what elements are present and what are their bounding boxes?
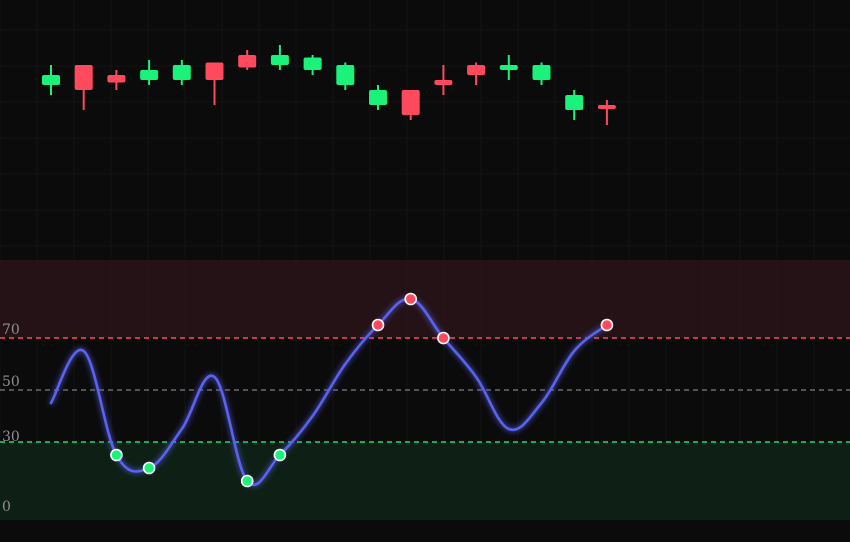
- candle-body: [336, 65, 355, 85]
- candle-body: [238, 55, 257, 68]
- overbought-zone: [0, 260, 850, 338]
- chart-svg: 70 50 30 0: [0, 0, 850, 542]
- tick-label-50: 50: [2, 374, 20, 390]
- candle-body: [42, 75, 60, 85]
- candle-body: [270, 55, 289, 65]
- overbought-signal-point: [600, 318, 614, 332]
- tick-label-30: 30: [2, 429, 20, 445]
- oversold-signal-point: [110, 448, 123, 462]
- chart-stage: 70 50 30 0: [0, 0, 850, 542]
- candle-body: [140, 70, 159, 80]
- candle-body: [434, 80, 453, 85]
- tick-label-0: 0: [2, 499, 11, 515]
- candle-body: [74, 65, 93, 90]
- oversold-zone: [0, 442, 850, 520]
- candle-body: [369, 90, 387, 105]
- candle-body: [401, 90, 420, 115]
- oversold-signal-point: [273, 448, 287, 462]
- oversold-signal-point: [142, 461, 156, 475]
- candle-body: [467, 65, 486, 75]
- oversold-signal-point: [240, 474, 254, 488]
- candle-body: [532, 65, 551, 80]
- candle-body: [172, 65, 191, 80]
- overbought-signal-point: [371, 318, 385, 332]
- candle-body: [303, 57, 322, 70]
- candle-body: [597, 105, 616, 109]
- tick-label-70: 70: [2, 322, 20, 338]
- candle-body: [107, 75, 126, 83]
- candle-body: [565, 95, 584, 110]
- candle-body: [205, 62, 224, 80]
- candle-body: [499, 65, 518, 70]
- overbought-signal-point: [437, 331, 450, 345]
- overbought-signal-point: [404, 292, 418, 306]
